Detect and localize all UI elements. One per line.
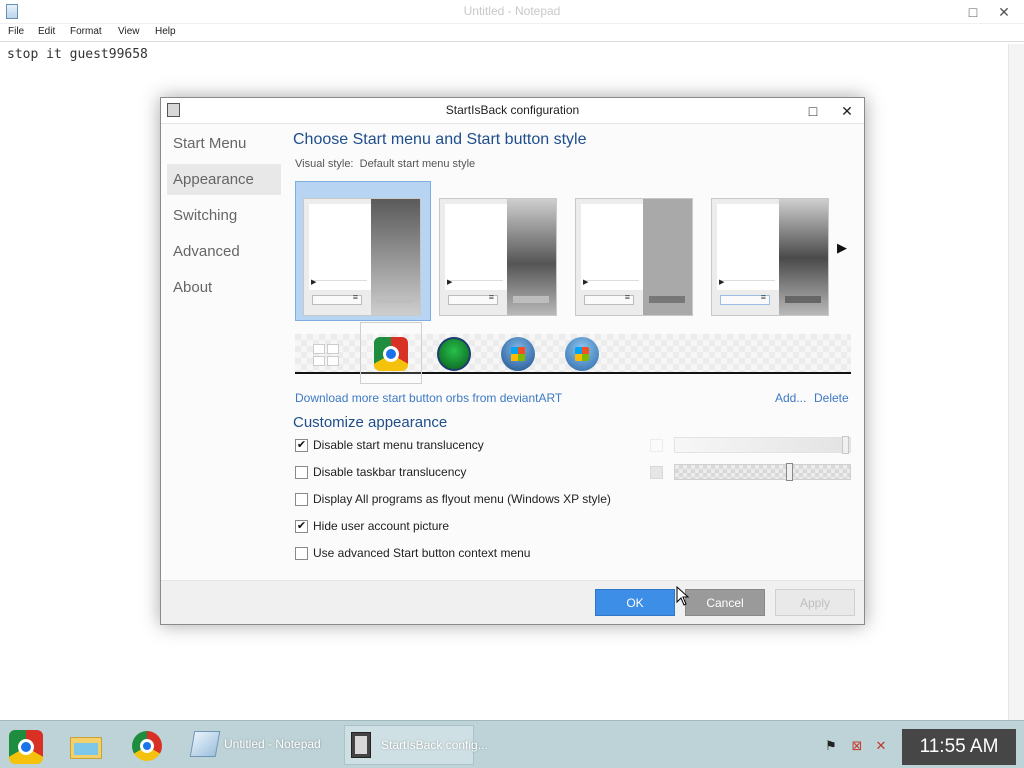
thumbnail-power [785,296,821,303]
task-label: StartIsBack config... [381,738,488,752]
customize-heading: Customize appearance [293,414,448,431]
taskbar-opacity-slider[interactable] [674,463,851,481]
notepad-text-area[interactable]: stop it guest99658 [7,47,148,62]
mouse-cursor-icon [676,586,690,606]
menu-help[interactable]: Help [155,26,176,37]
startisback-icon [351,732,371,758]
nav-about[interactable]: About [167,272,281,303]
thumbnail-search [584,292,634,305]
menu-view[interactable]: View [118,26,140,37]
dialog-maximize-button[interactable]: □ [801,101,825,121]
start-orb-strip [295,322,851,384]
visual-style-label: Visual style: Default start menu style [295,158,475,170]
delete-orb-link[interactable]: Delete [814,391,849,405]
checkbox[interactable] [295,547,308,560]
settings-nav: Start Menu Appearance Switching Advanced… [161,124,285,580]
nav-appearance[interactable]: Appearance [167,164,281,195]
clock[interactable]: 11:55 AM [902,729,1016,765]
taskbar-color-swatch[interactable] [650,466,663,479]
cancel-button[interactable]: Cancel [685,589,765,616]
style-thumbnail-4[interactable]: ▶ [711,198,829,316]
thumbnail-power [377,296,413,303]
option-disable-taskbar-translucency[interactable]: Disable taskbar translucency [295,464,695,482]
start-menu-opacity-slider[interactable] [674,436,851,454]
notepad-titlebar: Untitled - Notepad □ ✕ [0,0,1024,24]
option-disable-start-menu-translucency[interactable]: ✔ Disable start menu translucency [295,437,695,455]
start-button-chrome-orb-icon[interactable] [6,727,46,767]
option-label: Disable start menu translucency [313,438,484,452]
windows8-orb-icon[interactable] [313,344,341,368]
thumbnail-search [448,292,498,305]
slider-thumb[interactable] [842,436,849,454]
chrome-icon[interactable] [128,727,168,767]
start-menu-color-swatch[interactable] [650,439,663,452]
thumbnail-pane: ▶ [581,204,643,290]
windows7-orb-icon[interactable] [501,337,535,371]
ok-button[interactable]: OK [595,589,675,616]
vertical-scrollbar[interactable] [1008,44,1024,720]
taskbar-task-notepad[interactable]: Untitled - Notepad [188,725,334,765]
thumbnail-power [649,296,685,303]
close-button[interactable]: ✕ [992,2,1016,22]
option-label: Display All programs as flyout menu (Win… [313,492,611,506]
thumbnail-pane: ▶ [717,204,779,290]
dialog-title: StartIsBack configuration [445,103,580,117]
option-label: Use advanced Start button context menu [313,546,531,560]
dialog-titlebar: StartIsBack configuration □ ✕ [161,98,864,124]
chrome-orb-icon[interactable] [374,337,408,371]
menu-format[interactable]: Format [70,26,102,37]
option-advanced-context-menu[interactable]: Use advanced Start button context menu [295,545,695,563]
option-label: Hide user account picture [313,519,450,533]
option-hide-user-picture[interactable]: ✔ Hide user account picture [295,518,695,536]
slider-thumb[interactable] [786,463,793,481]
startisback-dialog: StartIsBack configuration □ ✕ Start Menu… [160,97,865,625]
windows-vista-orb-icon[interactable] [565,337,599,371]
clover-orb-icon[interactable] [437,337,471,371]
taskbar: Untitled - Notepad StartIsBack config...… [0,720,1024,768]
notepad-menubar: File Edit Format View Help [0,24,1024,42]
thumbnail-search [720,292,770,305]
add-orb-link[interactable]: Add... [775,391,806,405]
nav-advanced[interactable]: Advanced [167,236,281,267]
dialog-footer: OK Cancel Apply [161,580,864,624]
checkbox[interactable] [295,493,308,506]
action-center-flag-icon[interactable]: ⚑ [822,737,840,755]
nav-switching[interactable]: Switching [167,200,281,231]
menu-file[interactable]: File [8,26,24,37]
thumbnail-pane: ▶ [309,204,371,290]
notepad-title: Untitled - Notepad [463,4,561,18]
checkbox[interactable]: ✔ [295,520,308,533]
nav-start-menu[interactable]: Start Menu [167,128,281,159]
thumbnail-pane: ▶ [445,204,507,290]
style-thumbnail-3[interactable]: ▶ [575,198,693,316]
option-label: Disable taskbar translucency [313,465,467,479]
network-error-icon[interactable]: ⊠ [848,737,866,755]
thumbnail-power [513,296,549,303]
checkbox[interactable]: ✔ [295,439,308,452]
task-label: Untitled - Notepad [224,737,321,751]
appearance-panel: Choose Start menu and Start button style… [285,124,863,580]
style-thumbnail-1[interactable]: ▶ [303,198,421,316]
maximize-button[interactable]: □ [961,2,985,22]
dialog-close-button[interactable]: ✕ [835,101,859,121]
visual-style-value: Default start menu style [359,158,476,170]
download-orbs-link[interactable]: Download more start button orbs from dev… [295,391,562,405]
style-thumbnail-2[interactable]: ▶ [439,198,557,316]
menu-edit[interactable]: Edit [38,26,55,37]
volume-muted-icon[interactable]: ✕ [872,737,890,755]
option-all-programs-flyout[interactable]: Display All programs as flyout menu (Win… [295,491,695,509]
next-arrow-icon[interactable]: ▶ [837,240,847,256]
checkbox[interactable] [295,466,308,479]
apply-button[interactable]: Apply [775,589,855,616]
thumbnail-search [312,292,362,305]
file-explorer-icon[interactable] [66,727,106,767]
style-heading: Choose Start menu and Start button style [293,131,587,148]
taskbar-task-startisback[interactable]: StartIsBack config... [344,725,488,765]
visual-style-caption: Visual style: [295,158,354,170]
notepad-icon [189,731,221,757]
